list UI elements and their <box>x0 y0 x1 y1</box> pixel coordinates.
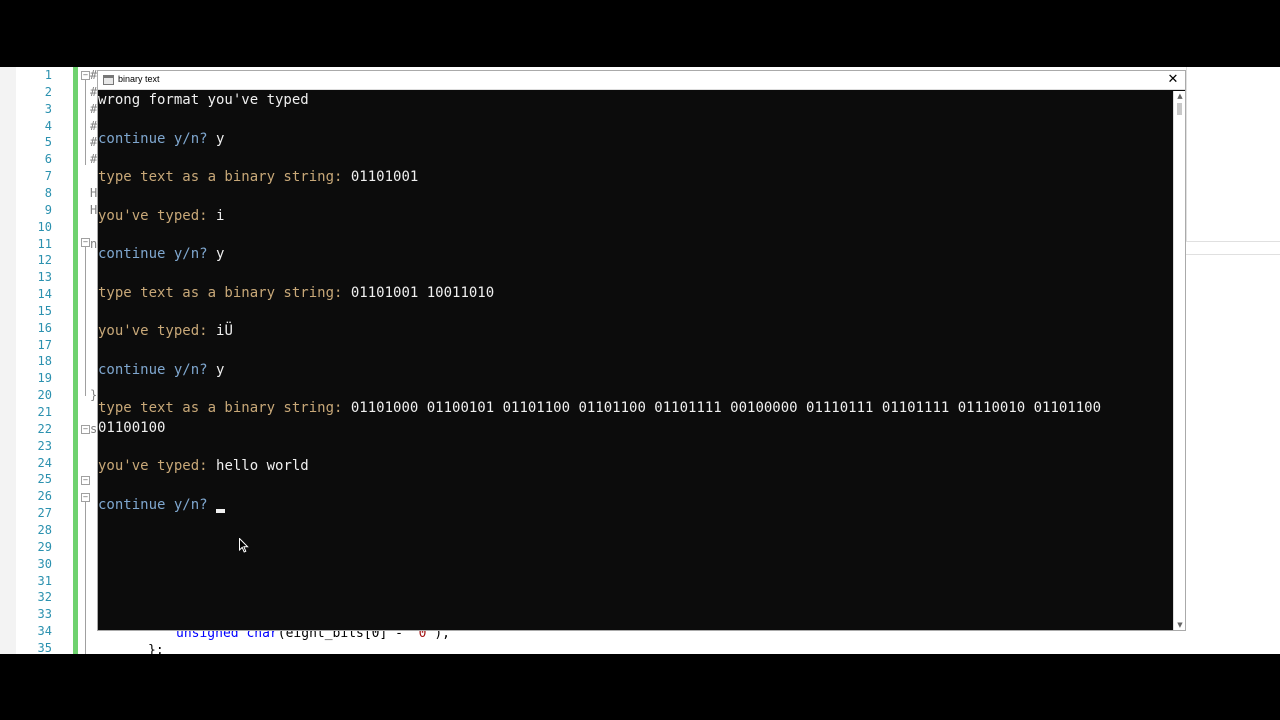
console-line: continue y/n? y <box>98 245 224 264</box>
console-output-text: y <box>216 246 225 263</box>
line-number: 13 <box>37 270 52 285</box>
line-number: 24 <box>37 455 52 470</box>
line-number: 15 <box>37 303 52 318</box>
line-number: 18 <box>37 354 52 369</box>
console-line: you've typed: i <box>98 207 224 226</box>
line-number: 28 <box>37 522 52 537</box>
line-number: 8 <box>44 185 52 200</box>
console-app-icon <box>103 75 114 85</box>
console-output-text: wrong format you've typed <box>98 92 309 108</box>
console-line: you've typed: hello world <box>98 457 309 476</box>
console-output[interactable]: wrong format you've typed continue y/n? y… <box>98 91 1173 630</box>
console-prompt-text: you've typed: <box>98 458 217 475</box>
console-prompt-text: type text as a binary string: <box>98 284 351 301</box>
change-indicator-bar <box>73 67 78 654</box>
line-number: 6 <box>44 152 52 167</box>
line-number: 30 <box>37 556 52 571</box>
scrollbar-thumb[interactable] <box>1177 103 1182 115</box>
line-number: 21 <box>37 405 52 419</box>
line-number: 5 <box>44 135 52 150</box>
line-number: 12 <box>37 253 52 268</box>
console-line: type text as a binary string: 01101001 1… <box>98 284 494 303</box>
fold-toggle-icon[interactable]: − <box>81 425 90 434</box>
console-output-text: i <box>216 207 225 224</box>
line-number: 4 <box>44 118 52 133</box>
console-line: type text as a binary string: 01101000 0… <box>98 399 1101 418</box>
code-line-35: }; <box>148 643 164 654</box>
line-number: 34 <box>37 624 52 639</box>
console-output-text: 01101001 <box>350 169 419 186</box>
console-output-text: y <box>216 361 225 378</box>
console-scrollbar[interactable]: ▲ ▼ <box>1173 91 1185 630</box>
console-line: you've typed: iÜ <box>98 322 233 341</box>
console-prompt-text: type text as a binary string: <box>98 400 351 417</box>
console-output-text: 01101000 01100101 01101100 01101100 0110… <box>350 400 1102 417</box>
fold-guide-line <box>85 79 86 165</box>
console-line: continue y/n? y <box>98 361 224 380</box>
console-prompt-text: continue y/n? <box>98 361 217 378</box>
fold-guide-line <box>85 246 86 396</box>
editor-left-margin <box>0 67 17 654</box>
line-number: 29 <box>37 539 52 554</box>
line-number: 10 <box>37 219 52 234</box>
line-number: 32 <box>37 590 52 605</box>
line-number: 3 <box>44 101 52 116</box>
console-output-text: hello world <box>216 458 309 475</box>
line-number: 17 <box>37 337 52 352</box>
line-number: 2 <box>44 84 52 99</box>
console-line: type text as a binary string: 01101001 <box>98 168 418 187</box>
console-line: continue y/n? y <box>98 130 224 149</box>
line-number: 1 <box>44 68 52 82</box>
text-cursor <box>216 508 226 513</box>
scroll-down-arrow-icon[interactable]: ▼ <box>1175 620 1185 630</box>
line-number: 25 <box>37 472 52 487</box>
editor-divider <box>1186 67 1187 242</box>
line-number: 27 <box>37 506 52 521</box>
line-number: 23 <box>37 438 52 453</box>
line-number: 33 <box>37 607 52 622</box>
console-line: 01100100 <box>98 419 165 438</box>
console-titlebar[interactable]: binary text ✕ <box>98 71 1185 90</box>
console-output-text: y <box>216 130 225 147</box>
line-number: 22 <box>37 421 52 436</box>
line-number: 9 <box>44 202 52 217</box>
fold-toggle-icon[interactable]: − <box>81 476 90 485</box>
console-output-text: 01101001 10011010 <box>350 284 495 301</box>
line-number: 20 <box>37 388 52 403</box>
line-number-gutter: 1 2 3 4 5 6 7 8 9 10 11 12 13 14 15 16 17 18 19 20 21 22 23 24 2… <box>16 67 72 654</box>
console-prompt-text: you've typed: <box>98 207 217 224</box>
line-number: 26 <box>37 489 52 504</box>
console-window[interactable]: binary text ✕ wrong format you've typed c… <box>97 70 1186 631</box>
console-line: continue y/n? <box>98 496 226 515</box>
close-button[interactable]: ✕ <box>1165 72 1181 88</box>
console-output-text: 01100100 <box>98 419 166 436</box>
console-output-text: iÜ <box>216 323 233 340</box>
console-prompt-text: type text as a binary string: <box>98 169 351 186</box>
console-title: binary text <box>118 74 160 84</box>
console-prompt-text: continue y/n? <box>98 130 217 147</box>
line-number: 31 <box>37 573 52 588</box>
console-prompt-text: continue y/n? <box>98 246 217 263</box>
line-number: 7 <box>44 169 52 184</box>
mouse-pointer-icon <box>239 538 249 553</box>
console-prompt-text: you've typed: <box>98 323 217 340</box>
line-number: 14 <box>37 287 52 302</box>
line-number: 19 <box>37 371 52 386</box>
line-number: 16 <box>37 320 52 335</box>
line-number: 11 <box>37 236 52 251</box>
current-line-highlight <box>1186 241 1280 255</box>
console-line: wrong format you've typed <box>98 91 309 110</box>
fold-guide-line <box>85 501 86 654</box>
line-number: 35 <box>37 640 52 654</box>
scroll-up-arrow-icon[interactable]: ▲ <box>1175 91 1185 101</box>
console-prompt-text: continue y/n? <box>98 496 217 513</box>
